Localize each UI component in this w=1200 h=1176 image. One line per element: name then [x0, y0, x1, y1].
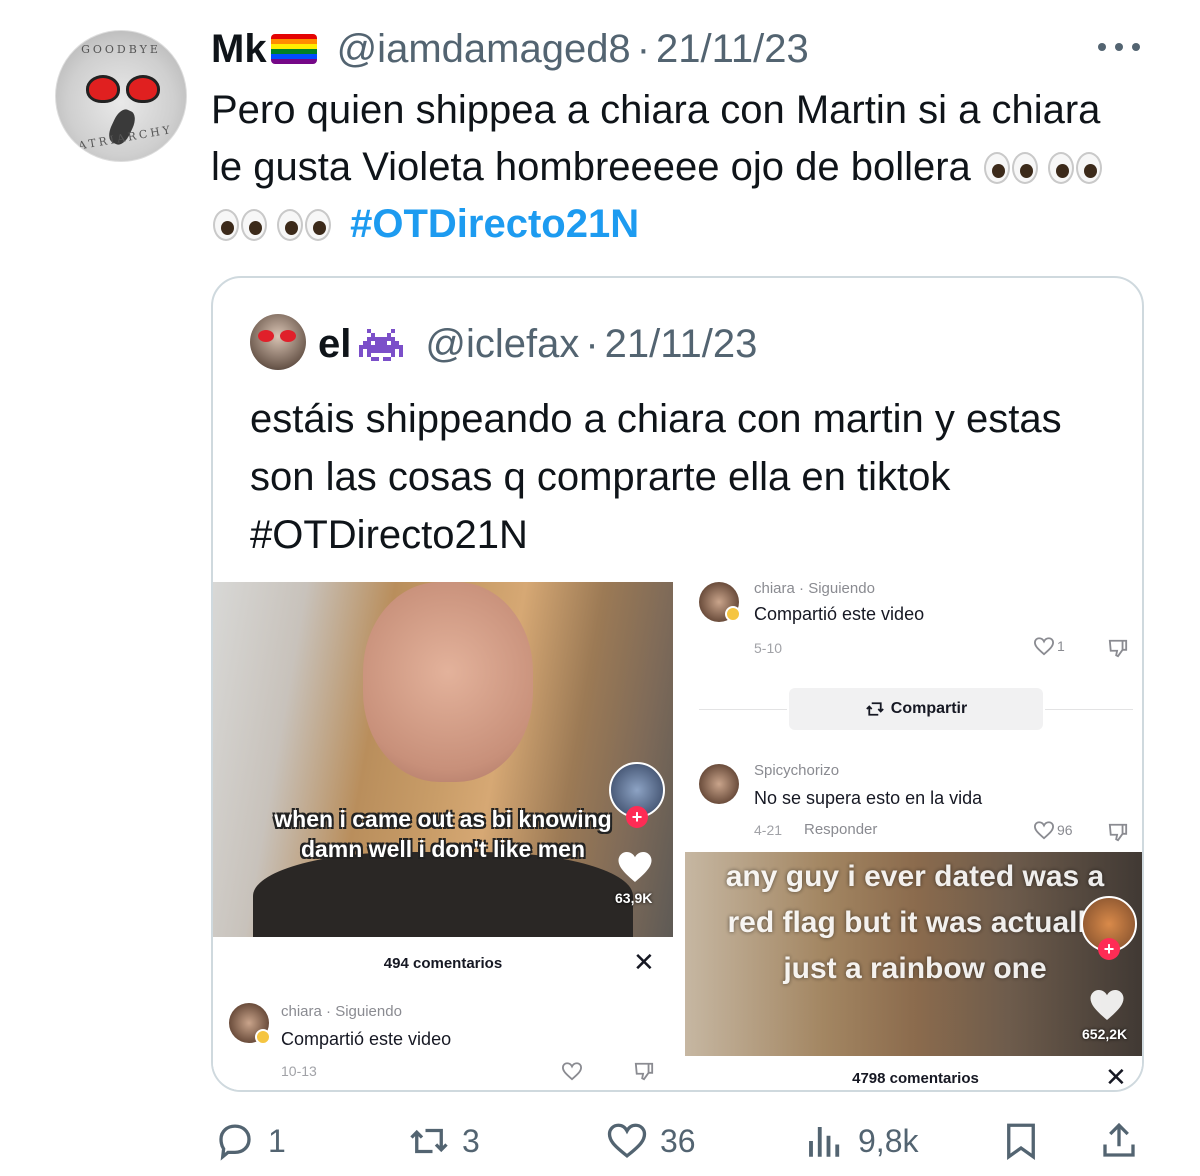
tweet-text: Pero quien shippea a chiara con Martin s…	[211, 82, 1131, 253]
creator-badge-icon	[725, 606, 741, 622]
hashtag-link[interactable]: #OTDirecto21N	[350, 202, 639, 246]
comment-like-icon[interactable]	[561, 1061, 583, 1081]
comment-text: No se supera esto en la vida	[754, 788, 983, 808]
views-chart-icon	[809, 1127, 840, 1157]
comment-like-count: 1	[1057, 638, 1065, 654]
heart-outline-icon	[1033, 637, 1055, 656]
comment-date: 4-21	[754, 822, 783, 838]
header-separator: ·	[636, 26, 651, 71]
comment-text: Compartió este video	[754, 604, 925, 624]
tiktok-video-left[interactable]: when i came out as bi knowing damn well …	[213, 582, 673, 937]
heart-outline-icon	[1033, 821, 1055, 840]
eyes-emoji-icon	[211, 203, 271, 243]
quoted-author-avatar[interactable]	[250, 314, 306, 370]
comments-sheet-right: 4798 comentarios ✕	[685, 1056, 1142, 1090]
comment-like-count: 96	[1057, 822, 1073, 838]
reply-button[interactable]: 1	[214, 1120, 286, 1162]
comment-username[interactable]: chiara · Siguiendo	[754, 582, 875, 597]
quoted-tweet-text: estáis shippeando a chiara con martin y …	[250, 397, 1062, 557]
tiktok-like-count-left: 63,9K	[615, 890, 653, 906]
media-left-screenshot[interactable]: when i came out as bi knowing damn well …	[213, 582, 673, 1090]
share-tweet-button[interactable]	[1098, 1120, 1152, 1162]
comments-count-left: 494 comentarios	[383, 955, 503, 972]
heart-icon	[607, 1123, 647, 1158]
quoted-tweet-card[interactable]: el @iclefax · 21/11/23 estáis shippeando…	[211, 276, 1144, 1092]
video-caption-left: when i came out as bi knowing damn well …	[274, 806, 612, 862]
share-icon	[1103, 1122, 1135, 1157]
quoted-author-handle[interactable]: @iclefax	[425, 322, 579, 367]
tiktok-video-right[interactable]: any guy i ever dated was a red flag but …	[685, 852, 1142, 1056]
quoted-tweet-date[interactable]: 21/11/23	[605, 322, 758, 367]
retweet-icon	[410, 1128, 448, 1154]
quoted-author-name[interactable]: el	[318, 322, 351, 367]
comment-date: 10-13	[281, 1063, 317, 1079]
views-button[interactable]: 9,8k	[804, 1120, 918, 1162]
author-handle[interactable]: @iamdamaged8	[337, 27, 631, 72]
eyes-emoji-icon	[275, 203, 335, 243]
video-caption-right: any guy i ever dated was a red flag but …	[725, 860, 1105, 985]
comment-like[interactable]: 96	[1033, 820, 1073, 840]
alien-monster-icon	[359, 326, 404, 364]
video-person	[363, 582, 533, 782]
bookmark-icon	[1007, 1123, 1035, 1160]
comment-follow-status: Siguiendo	[808, 582, 875, 597]
tiktok-heart-icon[interactable]	[1089, 988, 1125, 1022]
avatar-shirt-text-top: GOODBYE	[81, 43, 161, 56]
tiktok-like-count-right: 652,2K	[1082, 1026, 1128, 1042]
tweet-header: Mk @iamdamaged8 · 21/11/23	[211, 24, 809, 74]
tweet-body: Pero quien shippea a chiara con Martin s…	[211, 88, 1101, 189]
tiktok-follow-plus-icon[interactable]: +	[1098, 938, 1120, 960]
comment-text: Compartió este video	[281, 1029, 452, 1049]
retweet-button[interactable]: 3	[408, 1120, 480, 1162]
reply-icon	[219, 1124, 251, 1161]
quoted-header-separator: ·	[585, 322, 599, 366]
repost-icon	[865, 702, 884, 716]
tiktok-follow-plus-icon[interactable]: +	[626, 806, 648, 828]
comment-dislike-icon[interactable]	[1107, 638, 1129, 658]
like-count: 36	[660, 1122, 696, 1159]
tweet-action-bar: 1 3 36 9,8k	[0, 1108, 1200, 1176]
video-shirt	[253, 852, 633, 937]
more-options-icon[interactable]	[1098, 40, 1140, 54]
creator-badge-icon	[255, 1029, 271, 1045]
rainbow-flag-icon	[270, 34, 317, 64]
eyes-emoji-icon	[982, 146, 1042, 186]
quoted-tweet-header: el @iclefax · 21/11/23	[318, 322, 757, 367]
close-icon[interactable]: ✕	[1105, 1062, 1127, 1090]
reply-count: 1	[268, 1122, 286, 1159]
like-button[interactable]: 36	[606, 1120, 696, 1162]
reply-button[interactable]: Responder	[804, 821, 877, 838]
eyes-emoji-icon	[1046, 146, 1106, 186]
comment-dislike-icon[interactable]	[1107, 822, 1129, 842]
retweet-count: 3	[462, 1122, 480, 1159]
comment-username[interactable]: chiara · Siguiendo	[281, 1003, 402, 1020]
comment-like[interactable]: 1	[1033, 636, 1065, 656]
share-button[interactable]: Compartir	[789, 688, 1043, 730]
author-avatar[interactable]: GOODBYE PATRIARCHY	[55, 30, 187, 162]
divider	[1045, 709, 1133, 710]
comment-follow-status: Siguiendo	[335, 1003, 402, 1020]
commenter-avatar[interactable]	[699, 764, 739, 804]
comments-count-right: 4798 comentarios	[852, 1070, 979, 1087]
heart-glasses-right	[126, 75, 160, 103]
tiktok-heart-icon[interactable]	[617, 850, 653, 884]
comment-user[interactable]: chiara	[754, 582, 795, 597]
comment-username[interactable]: Spicychorizo	[754, 762, 839, 779]
bookmark-button[interactable]	[1000, 1120, 1054, 1162]
comments-sheet-left: 494 comentarios ✕ chiara · Siguiendo Com…	[213, 937, 673, 1090]
share-label: Compartir	[890, 700, 968, 717]
comment-user[interactable]: chiara	[281, 1003, 322, 1020]
quoted-media[interactable]: when i came out as bi knowing damn well …	[213, 582, 1142, 1090]
close-icon[interactable]: ✕	[633, 947, 655, 978]
author-display-name[interactable]: Mk	[211, 27, 267, 72]
tweet-date[interactable]: 21/11/23	[656, 27, 809, 72]
comment-dislike-icon[interactable]	[633, 1061, 655, 1081]
view-count: 9,8k	[858, 1122, 919, 1159]
heart-glasses-left	[86, 75, 120, 103]
media-right-screenshot[interactable]: chiara · Siguiendo Compartió este video …	[685, 582, 1142, 1090]
divider	[699, 709, 787, 710]
comment-date: 5-10	[754, 640, 783, 656]
